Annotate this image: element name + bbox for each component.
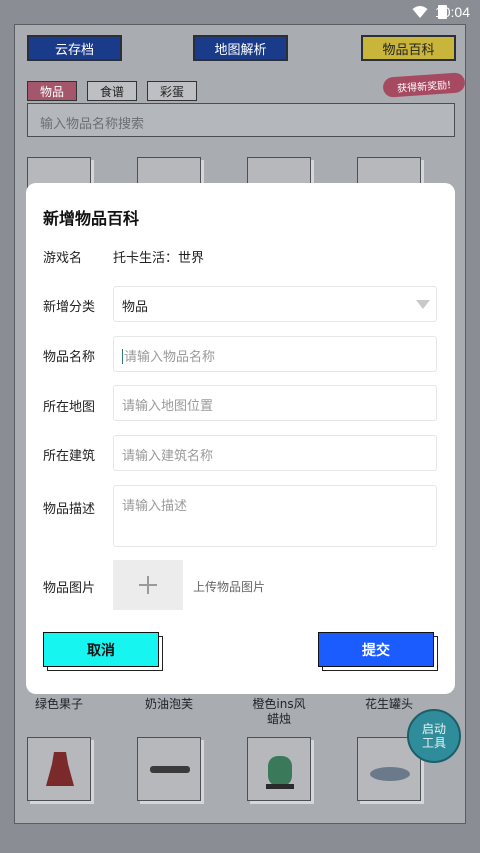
- wifi-icon: [412, 6, 428, 18]
- tab-easter-eggs[interactable]: 彩蛋: [147, 81, 197, 101]
- item-search-input[interactable]: 输入物品名称搜索: [27, 103, 455, 137]
- item-name-label: 物品名称: [43, 350, 96, 365]
- item-label: 奶油泡芙: [144, 697, 193, 711]
- category-value: 物品: [122, 300, 149, 315]
- map-label: 所在地图: [43, 400, 96, 415]
- cancel-button[interactable]: 取消: [43, 632, 159, 667]
- upload-hint: 上传物品图片: [193, 580, 266, 594]
- item-name-placeholder: 请输入物品名称: [124, 350, 216, 365]
- add-item-dialog: 新增物品百科 游戏名 托卡生活：世界 新增分类 物品 物品名称 请输入物品名称 …: [26, 183, 455, 694]
- dropdown-arrow-icon: [416, 300, 430, 309]
- item-label: 绿色果子: [34, 697, 83, 711]
- image-label: 物品图片: [43, 581, 96, 596]
- upload-image-button[interactable]: [113, 560, 183, 610]
- item-label: 花生罐头: [364, 697, 413, 711]
- tab-recipes[interactable]: 食谱: [87, 81, 137, 101]
- cloud-save-button[interactable]: 云存档: [27, 35, 122, 61]
- building-name-input[interactable]: 请输入建筑名称: [113, 435, 437, 471]
- new-reward-badge[interactable]: 获得新奖励!: [382, 72, 466, 98]
- tab-items[interactable]: 物品: [27, 81, 77, 101]
- submit-button[interactable]: 提交: [318, 632, 434, 667]
- map-analysis-button[interactable]: 地图解析: [193, 35, 288, 61]
- launch-tool-button[interactable]: 启动 工具: [407, 709, 461, 763]
- item-tile[interactable]: [247, 737, 311, 801]
- game-value: 托卡生活：世界: [113, 251, 205, 266]
- category-label: 新增分类: [43, 300, 96, 315]
- item-tile[interactable]: [27, 737, 91, 801]
- description-textarea[interactable]: 请输入描述: [113, 485, 437, 547]
- jar-icon: [266, 756, 294, 789]
- dialog-title: 新增物品百科: [43, 209, 140, 228]
- status-bar: 10:04: [0, 0, 480, 24]
- status-time: 10:04: [434, 4, 470, 20]
- building-label: 所在建筑: [43, 449, 96, 464]
- text-cursor: [122, 349, 123, 364]
- pastry-icon: [150, 766, 190, 773]
- item-tile[interactable]: [137, 737, 201, 801]
- map-location-input[interactable]: 请输入地图位置: [113, 385, 437, 421]
- item-name-input[interactable]: 请输入物品名称: [113, 336, 437, 372]
- category-select[interactable]: 物品: [113, 286, 437, 322]
- item-label: 橙色ins风 蜡烛: [252, 697, 306, 726]
- dress-icon: [46, 752, 74, 786]
- item-wiki-button[interactable]: 物品百科: [361, 35, 456, 61]
- description-label: 物品描述: [43, 502, 96, 517]
- game-label: 游戏名: [43, 251, 83, 266]
